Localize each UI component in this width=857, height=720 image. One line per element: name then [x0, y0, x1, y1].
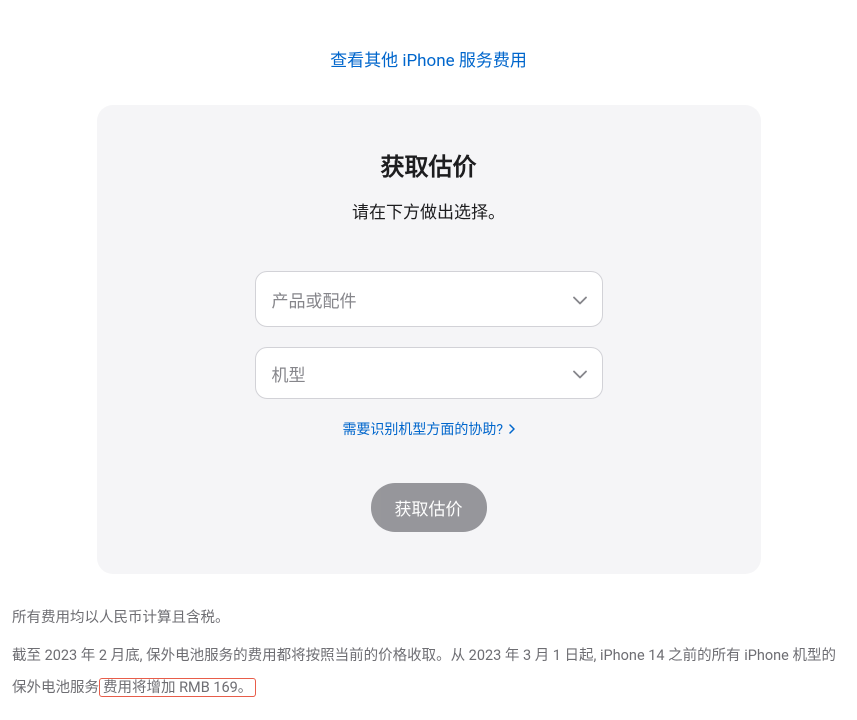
get-estimate-button[interactable]: 获取估价 — [371, 483, 487, 532]
chevron-right-icon — [509, 422, 515, 438]
model-help-link[interactable]: 需要识别机型方面的协助? — [342, 422, 514, 438]
footer-line1: 所有费用均以人民币计算且含税。 — [12, 602, 845, 634]
card-title: 获取估价 — [157, 147, 701, 182]
footer-line2: 截至 2023 年 2 月底, 保外电池服务的费用都将按照当前的价格收取。从 2… — [12, 640, 845, 704]
model-select[interactable]: 机型 — [255, 347, 603, 399]
estimate-card: 获取估价 请在下方做出选择。 产品或配件 机型 — [97, 105, 761, 574]
model-select-placeholder: 机型 — [272, 361, 306, 386]
other-services-link[interactable]: 查看其他 iPhone 服务费用 — [330, 51, 527, 71]
product-select[interactable]: 产品或配件 — [255, 271, 603, 327]
help-link-container: 需要识别机型方面的协助? — [157, 419, 701, 439]
card-subtitle: 请在下方做出选择。 — [157, 198, 701, 223]
footer-notes: 所有费用均以人民币计算且含税。 截至 2023 年 2 月底, 保外电池服务的费… — [10, 602, 847, 704]
price-increase-highlight: 费用将增加 RMB 169。 — [99, 678, 256, 697]
product-select-wrap: 产品或配件 — [255, 271, 603, 327]
product-select-placeholder: 产品或配件 — [272, 287, 357, 312]
top-link-container: 查看其他 iPhone 服务费用 — [10, 46, 847, 71]
model-select-wrap: 机型 — [255, 347, 603, 399]
help-link-text: 需要识别机型方面的协助? — [342, 422, 503, 438]
